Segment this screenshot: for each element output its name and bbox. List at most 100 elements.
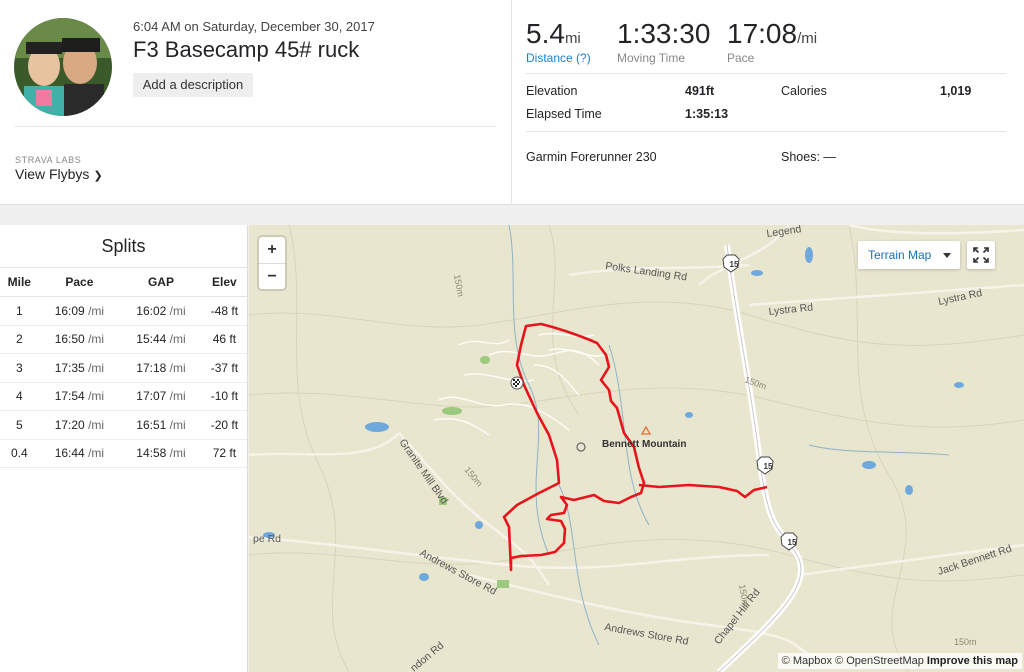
route-15-label: 15 — [788, 538, 797, 547]
map-marker-icon — [576, 442, 586, 452]
column-header-pace: Pace — [38, 267, 121, 297]
map-attribution: © Mapbox © OpenStreetMap Improve this ma… — [777, 653, 1022, 669]
split-elev-value: -37 ft — [210, 360, 239, 375]
zoom-controls: + − — [259, 237, 285, 289]
elapsed-time-value: 1:35:13 — [685, 107, 729, 121]
map-type-dropdown[interactable]: Terrain Map — [858, 241, 960, 269]
pace-unit: /mi — [88, 360, 105, 375]
split-mile: 1 — [0, 296, 39, 326]
athlete-avatar[interactable] — [14, 18, 112, 116]
map-label-legend: Legend — [766, 225, 803, 240]
split-pace: 17:20 /mi — [38, 410, 121, 440]
device-name: Garmin Forerunner 230 — [526, 150, 657, 164]
divider — [526, 73, 1006, 74]
table-row: 0.4 16:44 /mi 14:58 /mi 72 ft — [0, 439, 247, 468]
improve-map-link[interactable]: Improve this map — [927, 655, 1018, 667]
chevron-right-icon: ❯ — [93, 170, 103, 182]
start-finish-icon — [510, 376, 524, 390]
view-flybys-link[interactable]: View Flybys ❯ — [15, 166, 103, 182]
calories-value: 1,019 — [940, 84, 972, 98]
split-gap-value: 17:07 — [136, 389, 167, 404]
activity-datetime: 6:04 AM on Saturday, December 30, 2017 — [133, 19, 375, 34]
split-gap: 17:07 /mi — [120, 382, 202, 411]
pace-stat: 17:08/mi Pace — [727, 18, 817, 65]
table-row: 4 17:54 /mi 17:07 /mi -10 ft — [0, 382, 247, 411]
fullscreen-button[interactable] — [967, 241, 995, 269]
splits-panel: Splits Mile Pace GAP Elev 1 16:09 /mi 16:0… — [0, 225, 248, 672]
split-elev: 46 ft — [201, 325, 247, 354]
splits-title: Splits — [101, 236, 146, 256]
split-pace-value: 16:44 — [54, 446, 85, 461]
split-gap-value: 17:18 — [136, 360, 167, 375]
elevation-label: Elevation — [526, 84, 578, 98]
table-row: 2 16:50 /mi 15:44 /mi 46 ft — [0, 325, 247, 354]
split-pace: 16:44 /mi — [38, 439, 121, 468]
split-pace-value: 16:50 — [54, 332, 85, 347]
osm-attribution-link[interactable]: © OpenStreetMap — [835, 655, 924, 667]
pace-unit: /mi — [88, 446, 105, 461]
calories-label: Calories — [781, 84, 827, 98]
pace-unit: /mi — [797, 30, 818, 47]
splits-table: Mile Pace GAP Elev 1 16:09 /mi 16:02 /mi -4… — [0, 267, 247, 468]
divider — [511, 0, 512, 205]
add-description-button[interactable]: Add a description — [133, 73, 253, 97]
split-gap-value: 16:51 — [136, 417, 167, 432]
split-pace-value: 17:54 — [54, 389, 85, 404]
split-mile-value: 1 — [15, 303, 23, 318]
pace-unit: /mi — [88, 417, 105, 432]
distance-unit: mi — [564, 30, 581, 47]
contour-label: 150m — [954, 637, 977, 647]
split-mile-value: 4 — [15, 389, 23, 404]
split-gap-value: 14:58 — [136, 446, 167, 461]
split-mile: 3 — [0, 353, 39, 383]
map-canvas[interactable]: 15 15 15 Polks Landing Rd Lystra Rd Lyst… — [249, 225, 1024, 672]
contour-label: 150m — [452, 274, 466, 298]
split-mile-value: 5 — [15, 417, 23, 432]
split-elev-value: 72 ft — [212, 446, 237, 461]
divider — [526, 131, 1006, 132]
split-elev: 72 ft — [201, 439, 247, 468]
zoom-in-button[interactable]: + — [259, 237, 285, 263]
split-mile: 2 — [0, 325, 39, 354]
splits-header-row: Mile Pace GAP Elev — [0, 267, 247, 297]
map-label-granite: Granite Mill Blvd — [397, 437, 451, 507]
map-label-jack-bennett: Jack Bennett Rd — [936, 543, 1013, 578]
split-elev-value: -48 ft — [210, 303, 239, 318]
split-gap: 16:51 /mi — [120, 410, 202, 440]
column-header-elev: Elev — [201, 267, 247, 297]
split-mile: 5 — [0, 410, 39, 440]
split-pace: 16:50 /mi — [38, 325, 121, 354]
pace-unit: /mi — [88, 332, 105, 347]
distance-label[interactable]: Distance (?) — [526, 51, 591, 65]
split-gap-value: 15:44 — [136, 332, 167, 347]
distance-value: 5.4 — [526, 18, 565, 49]
contour-label: 150m — [462, 465, 484, 489]
pace-unit: /mi — [169, 303, 186, 318]
strava-labs-label: STRAVA LABS — [15, 155, 82, 165]
split-elev-value: -10 ft — [210, 389, 239, 404]
split-elev: -10 ft — [201, 382, 247, 411]
zoom-out-button[interactable]: − — [259, 263, 285, 289]
fullscreen-icon — [973, 247, 989, 263]
split-gap-value: 16:02 — [136, 303, 167, 318]
split-pace-value: 17:20 — [54, 417, 85, 432]
caret-down-icon — [943, 253, 951, 258]
mapbox-attribution-link[interactable]: © Mapbox — [782, 655, 832, 667]
moving-time-stat: 1:33:30 Moving Time — [617, 18, 710, 65]
map-label-bennett-mountain: Bennett Mountain — [602, 439, 686, 450]
split-elev: -37 ft — [201, 353, 247, 383]
pace-unit: /mi — [169, 446, 186, 461]
route-15-label: 15 — [764, 462, 773, 471]
pace-unit: /mi — [88, 303, 105, 318]
pace-unit: /mi — [88, 389, 105, 404]
pace-unit: /mi — [169, 360, 186, 375]
elevation-value: 491ft — [685, 84, 715, 98]
split-gap: 16:02 /mi — [120, 296, 202, 326]
column-header-gap: GAP — [120, 267, 202, 297]
map-label-andrews-2: Andrews Store Rd — [603, 621, 689, 648]
peak-icon — [640, 425, 652, 435]
split-pace: 17:35 /mi — [38, 353, 121, 383]
map-type-label: Terrain Map — [868, 248, 932, 262]
split-gap: 14:58 /mi — [120, 439, 202, 468]
route-map[interactable]: 15 15 15 Polks Landing Rd Lystra Rd Lyst… — [249, 225, 1024, 672]
